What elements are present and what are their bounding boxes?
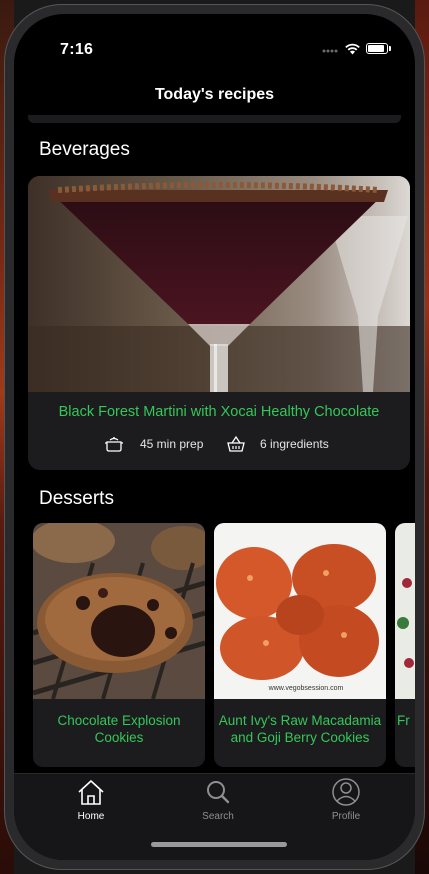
ingredient-count-label: 6 ingredients — [260, 437, 329, 451]
section-title-beverages: Beverages — [39, 139, 130, 160]
recipe-title: Aunt Ivy's Raw Macadamia and Goji Berry … — [218, 713, 382, 745]
magnifier-icon — [207, 781, 230, 804]
recipe-card-dessert-3[interactable]: Fr — [395, 523, 415, 767]
person-circle-icon — [332, 778, 360, 806]
cellular-signal-icon — [322, 49, 338, 53]
tab-profile[interactable]: Profile — [306, 778, 386, 822]
recipe-image-macadamia-cookies: www.vegobsession.com — [214, 523, 386, 699]
recipe-title: Fr — [397, 713, 410, 728]
previous-card-edge — [28, 115, 401, 123]
recipe-card-dessert-1[interactable]: Chocolate Explosion Cookies — [33, 523, 205, 767]
wifi-icon — [345, 43, 360, 55]
prep-time: 45 min prep — [104, 434, 203, 454]
recipe-card-beverage[interactable]: Black Forest Martini with Xocai Healthy … — [28, 176, 410, 470]
recipe-image-cookies — [33, 523, 205, 699]
tab-home[interactable]: Home — [51, 778, 131, 822]
prep-time-label: 45 min prep — [140, 437, 204, 451]
page-title: Today's recipes — [154, 86, 275, 103]
recipe-image-martini — [28, 176, 410, 392]
tab-home-label: Home — [77, 811, 105, 822]
tab-search-label: Search — [202, 811, 234, 822]
recipe-image-partial — [395, 523, 415, 699]
home-indicator[interactable] — [151, 842, 287, 847]
recipe-title: Black Forest Martini with Xocai Healthy … — [58, 404, 380, 420]
battery-icon — [366, 43, 388, 54]
section-title-desserts: Desserts — [39, 488, 114, 509]
battery-tip — [389, 46, 391, 51]
grocery-basket-icon — [227, 435, 245, 452]
cooking-pot-icon — [105, 437, 123, 452]
phone-frame: 7:16 Today's recipes Beverages Black For… — [4, 4, 425, 870]
house-icon — [78, 780, 104, 805]
tab-search[interactable]: Search — [178, 778, 258, 822]
ingredient-count: 6 ingredients — [226, 434, 329, 454]
tab-profile-label: Profile — [331, 811, 361, 822]
recipe-card-dessert-2[interactable]: www.vegobsession.com Aunt Ivy's Raw Maca… — [214, 523, 386, 767]
app-screen: 7:16 Today's recipes Beverages Black For… — [14, 14, 415, 860]
watermark-text: www.vegobsession.com — [268, 685, 344, 692]
status-time: 7:16 — [60, 41, 94, 58]
status-bar: 7:16 — [14, 14, 415, 62]
recipe-title: Chocolate Explosion Cookies — [57, 713, 181, 745]
